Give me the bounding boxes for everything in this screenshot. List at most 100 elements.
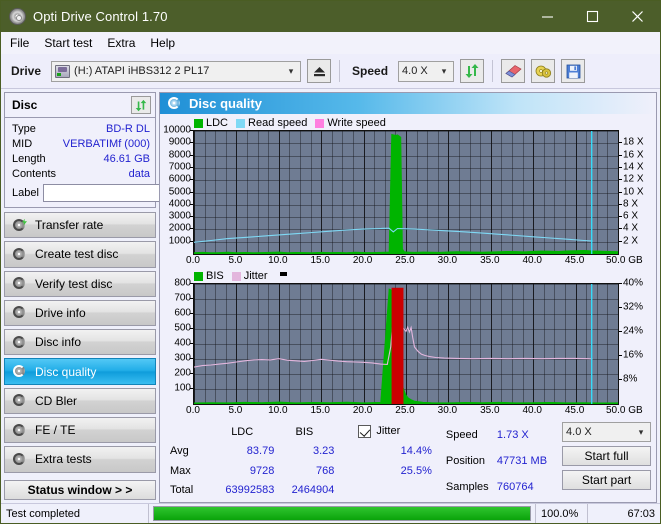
stats-jitter-max: 25.5% [400, 464, 432, 477]
y-tick-label: 800 [174, 277, 191, 289]
y-tick-label: 500 [174, 322, 191, 334]
disc-panel-title: Disc [12, 98, 38, 112]
chevron-down-icon: ▾ [638, 426, 644, 437]
ldc-chart-legend: LDC Read speed Write speed [163, 116, 653, 130]
jitter-label: Jitter [376, 425, 401, 438]
x-tick-label: 5.0 [228, 255, 243, 266]
scan-info-position: Position 47731 MB [446, 448, 558, 474]
legend-item-read-speed: Read speed [236, 117, 307, 129]
chevron-down-icon: ▾ [288, 65, 294, 76]
ldc-chart-plot [193, 130, 619, 255]
jitter-row-avg: 14.4% [358, 442, 432, 462]
bis-chart-row: 800 700 600 500 400 300 200 100 40% 32% 24% 16% 8% [163, 278, 653, 405]
window-title: Opti Drive Control 1.70 [33, 9, 168, 24]
sidebar-item-label: Create test disc [35, 247, 119, 262]
toolbar: Drive (H:) ATAPI iHBS312 2 PL17 ▾ Speed … [1, 54, 660, 89]
legend-item-write-speed: Write speed [315, 117, 386, 129]
disc-tools-button[interactable] [531, 59, 556, 83]
drive-select-value: (H:) ATAPI iHBS312 2 PL17 [74, 65, 210, 77]
menu-item-extra[interactable]: Extra [107, 34, 144, 52]
y-tick-label: 8000 [168, 149, 191, 161]
sidebar-item-label: CD Bler [35, 393, 78, 408]
jitter-toggle[interactable]: Jitter [358, 425, 431, 439]
ldc-chart-y2-axis: 18 X 16 X 14 X 12 X 10 X8 X6 X4 X2 X [619, 130, 653, 255]
stats-row-max: Max 9728 768 [170, 461, 334, 481]
disc-row-key: Type [12, 122, 36, 135]
y-tick-label: 100 [174, 382, 191, 394]
bis-chart-plot [193, 283, 619, 405]
stats-bis-max: 768 [316, 464, 335, 477]
y-tick-label: 10000 [163, 124, 191, 136]
legend-swatch-jitter [231, 271, 241, 281]
x-tick-label: 25.0 [395, 255, 415, 266]
legend-label-read-speed: Read speed [248, 117, 308, 129]
x-tick-label: 40.0 [522, 255, 542, 266]
y2-tick-label: 10 X [623, 186, 644, 197]
disc-row-type: Type BD-R DL [12, 121, 150, 136]
stats-col-ldc: LDC [231, 425, 254, 438]
sidebar-item-extra-tests[interactable]: Extra tests [4, 446, 156, 473]
sidebar-item-cd-bler[interactable]: CD Bler [4, 387, 156, 414]
x-tick-label: 5.0 [228, 405, 243, 416]
sidebar-item-verify-test-disc[interactable]: Verify test disc [4, 270, 156, 297]
app-window: Opti Drive Control 1.70 File Start test … [0, 0, 661, 524]
disc-refresh-button[interactable] [131, 96, 151, 114]
jitter-row-max: 25.5% [358, 461, 432, 481]
start-full-button[interactable]: Start full [562, 446, 651, 466]
stats-ldc-avg: 83.79 [246, 445, 275, 458]
menu-item-help[interactable]: Help [150, 34, 184, 52]
menu-item-start-test[interactable]: Start test [44, 34, 101, 52]
x-tick-label: 35.0 [480, 255, 500, 266]
page-title: Disc quality [189, 96, 262, 111]
disc-row-key: MID [12, 137, 33, 150]
fe-te-icon [12, 423, 27, 438]
maximize-icon[interactable] [570, 1, 615, 32]
sidebar-item-label: FE / TE [35, 423, 76, 438]
y-tick-label: 7000 [168, 161, 191, 173]
scan-info-table: Speed 1.73 X Position 47731 MB Samples 7… [446, 422, 558, 500]
scan-speed-select[interactable]: 4.0 X ▾ [562, 422, 651, 442]
y2-tick-label: 4 X [623, 222, 639, 234]
start-part-button[interactable]: Start part [562, 470, 651, 490]
create-test-disc-icon [12, 247, 27, 262]
status-message: Test completed [1, 504, 149, 523]
disc-row-length: Length 46.61 GB [12, 151, 150, 166]
y2-tick-label: 14 X [623, 161, 644, 173]
drive-label: Drive [11, 64, 42, 78]
sidebar-item-disc-quality[interactable]: Disc quality [4, 358, 156, 385]
disc-quality-icon [167, 96, 182, 111]
sidebar-item-transfer-rate[interactable]: Transfer rate [4, 212, 156, 239]
menu-item-file[interactable]: File [10, 34, 38, 52]
drive-select[interactable]: (H:) ATAPI iHBS312 2 PL17 ▾ [51, 60, 302, 82]
scan-speed-label: Speed [445, 429, 478, 441]
bis-chart-y-axis: 800 700 600 500 400 300 200 100 [163, 278, 193, 405]
refresh-button[interactable] [460, 59, 485, 83]
disc-panel-header: Disc [5, 93, 155, 118]
jitter-checkbox[interactable] [358, 425, 372, 439]
charts-area: LDC Read speed Write speed 10000 9000 8000… [160, 114, 656, 419]
sidebar-item-create-test-disc[interactable]: Create test disc [4, 241, 156, 268]
x-tick-label: 15.0 [310, 255, 330, 266]
disc-row-mid: MID VERBATIMf (000) [12, 136, 150, 151]
x-tick-label: 25.0 [395, 405, 415, 416]
save-button[interactable] [561, 59, 586, 83]
minimize-icon[interactable] [525, 1, 570, 32]
extra-tests-icon [12, 452, 27, 467]
y2-tick-label: 2 X [623, 235, 639, 247]
jitter-table: Jitter 14.4% 25.5% [358, 422, 432, 500]
sidebar-item-label: Transfer rate [35, 218, 104, 233]
menu-bar: File Start test Extra Help [1, 32, 660, 54]
sidebar-item-disc-info[interactable]: Disc info [4, 329, 156, 356]
status-window-button[interactable]: Status window > > [4, 479, 156, 500]
eraser-button[interactable] [501, 59, 526, 83]
eject-button[interactable] [307, 59, 332, 83]
sidebar-item-fe-te[interactable]: FE / TE [4, 416, 156, 444]
y-tick-label: 400 [174, 337, 191, 349]
sidebar-item-drive-info[interactable]: Drive info [4, 299, 156, 327]
close-icon[interactable] [615, 1, 660, 32]
x-tick-label: 0.0 [186, 255, 200, 266]
speed-select[interactable]: 4.0 X ▾ [398, 60, 455, 82]
y2-tick-label: 8% [623, 373, 638, 385]
scan-position-label: Position [445, 455, 486, 467]
disc-row-value: 46.61 GB [103, 152, 150, 165]
